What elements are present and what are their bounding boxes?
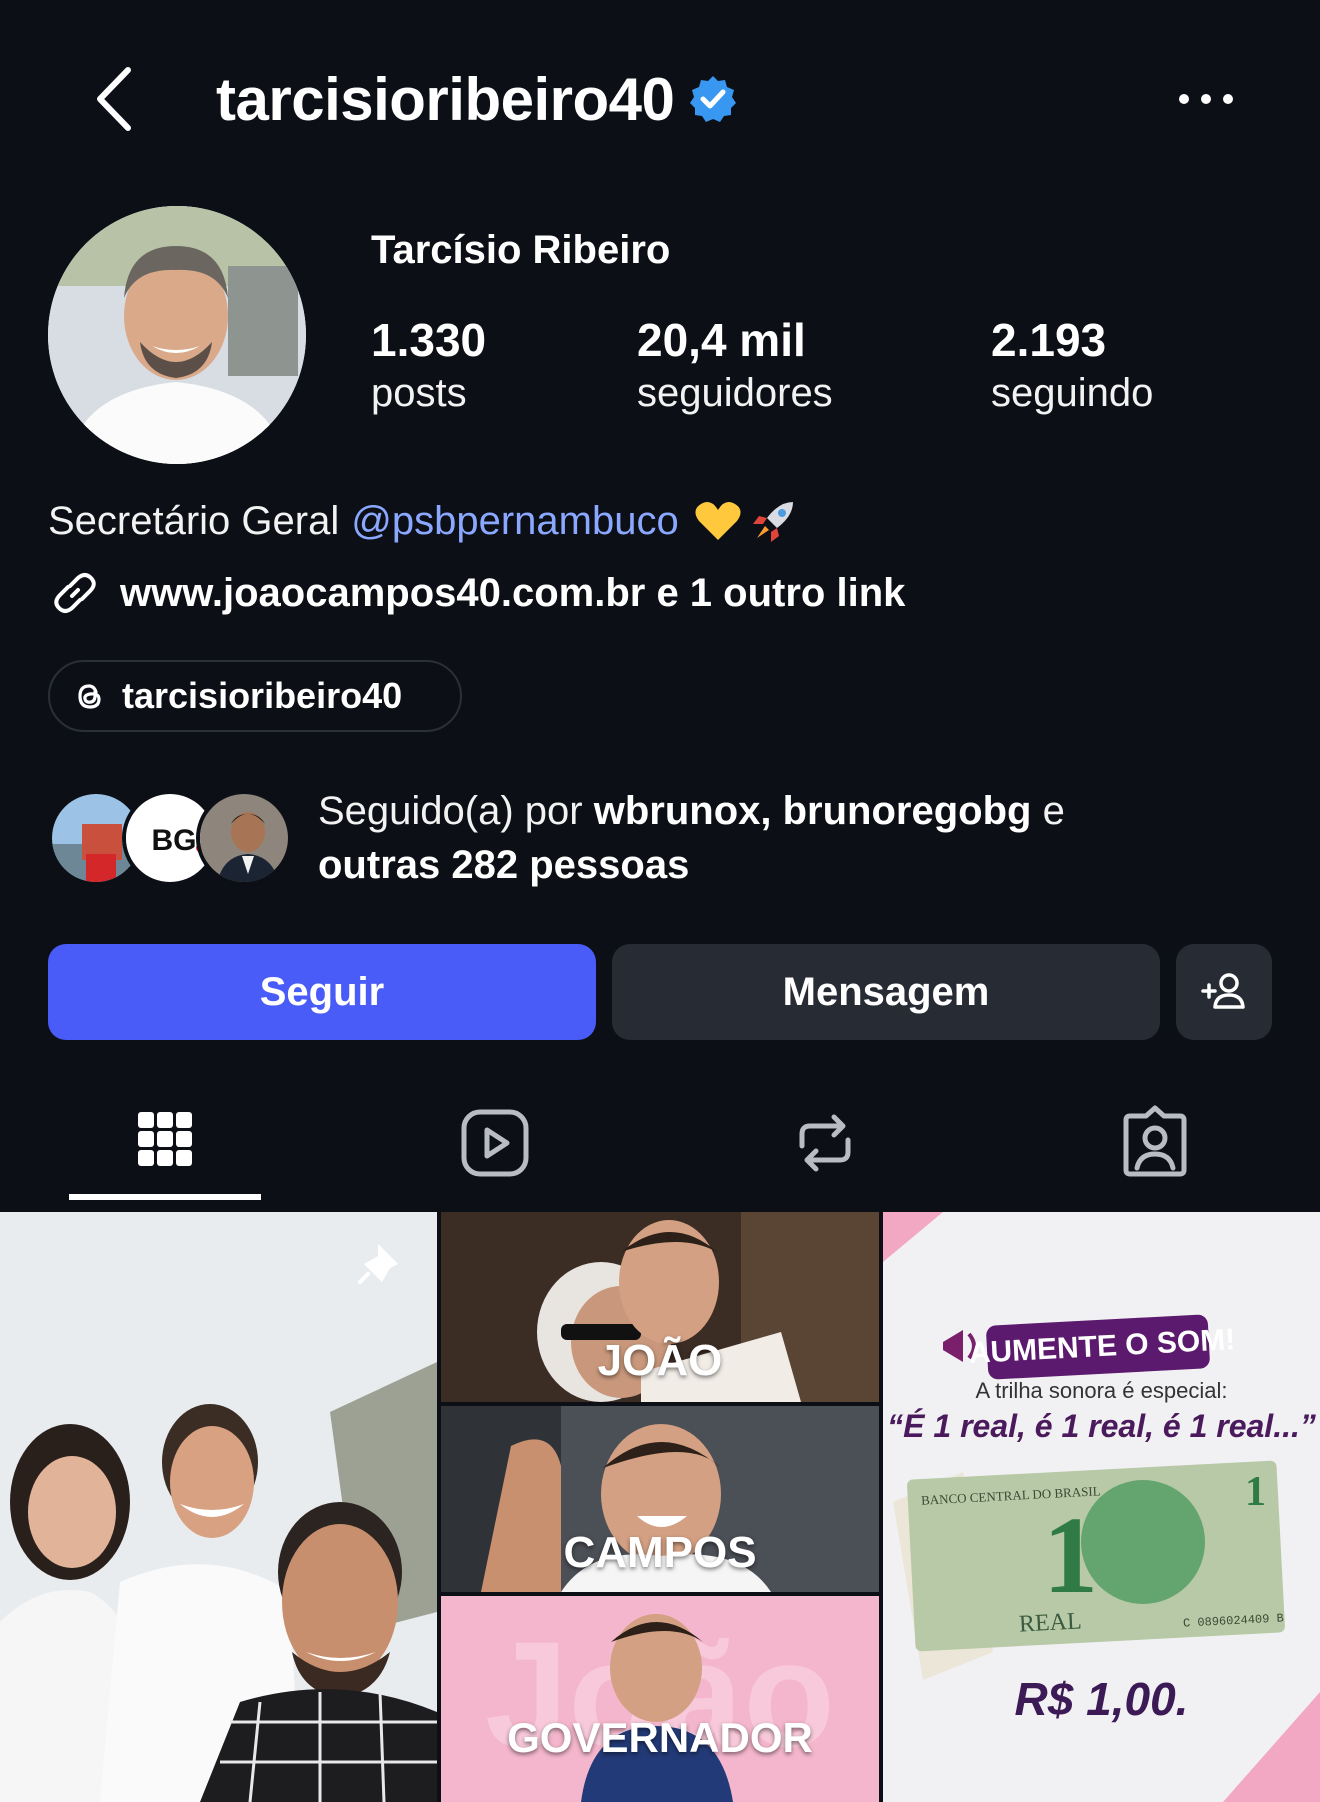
chevron-left-icon[interactable]	[84, 62, 144, 136]
stat-following[interactable]: 2.193 seguindo	[991, 312, 1153, 418]
mutual-followers-avatars[interactable]: BG	[48, 790, 298, 886]
post-2-word-2: CAMPOS	[563, 1528, 757, 1577]
post-3-subtitle: A trilha sonora é especial:	[975, 1378, 1228, 1403]
tagged-icon	[1123, 1105, 1187, 1177]
threads-icon	[78, 684, 101, 709]
yellow-heart-icon	[695, 502, 741, 540]
post-3-note-word: REAL	[1018, 1608, 1083, 1638]
tab-reels[interactable]	[450, 1100, 540, 1190]
reposts-icon	[799, 1114, 851, 1172]
svg-text:BG: BG	[152, 824, 197, 857]
stat-posts[interactable]: 1.330 posts	[371, 312, 486, 418]
post-2-strip-1: JOÃO	[441, 1212, 879, 1402]
followed-joiner: e	[1031, 789, 1065, 833]
profile-photo	[48, 206, 306, 464]
bio-mention-link[interactable]: @psbpernambuco	[351, 499, 678, 544]
username-title: tarcisioribeiro40	[216, 65, 675, 133]
tab-grid[interactable]	[120, 1100, 210, 1190]
mutual-followers-text[interactable]: Seguido(a) por wbrunox, brunoregobg e ou…	[318, 784, 1278, 892]
stat-following-label: seguindo	[991, 371, 1154, 415]
add-user-button[interactable]	[1176, 944, 1272, 1040]
bio: Secretário Geral @psbpernambuco	[48, 496, 799, 546]
stat-followers-value: 20,4 mil	[637, 314, 806, 366]
threads-handle: tarcisioribeiro40	[122, 675, 403, 716]
top-bar: tarcisioribeiro40	[0, 0, 1320, 200]
rocket-icon	[752, 502, 793, 542]
bio-link-text: www.joaocampos40.com.br e 1 outro link	[120, 570, 906, 615]
threads-badge[interactable]: tarcisioribeiro40	[48, 660, 462, 732]
tab-tagged[interactable]	[1110, 1100, 1200, 1190]
post-tile-1[interactable]	[0, 1212, 437, 1802]
link-icon	[54, 573, 96, 613]
stat-followers-label: seguidores	[637, 371, 833, 415]
add-user-icon	[1201, 973, 1245, 1009]
message-button[interactable]: Mensagem	[612, 944, 1160, 1040]
post-3-note-value: 1	[1245, 1469, 1266, 1515]
stat-posts-label: posts	[371, 371, 467, 415]
profile-avatar[interactable]	[48, 206, 306, 464]
followed-prefix: Seguido(a) por	[318, 789, 594, 833]
post-1-image	[0, 1212, 437, 1802]
active-tab-indicator	[69, 1194, 261, 1200]
verified-badge-icon	[690, 76, 737, 122]
stat-posts-value: 1.330	[371, 314, 487, 366]
svg-text:1: 1	[1043, 1494, 1098, 1616]
mutual-avatar-3	[196, 790, 292, 886]
bio-link-row[interactable]: www.joaocampos40.com.br e 1 outro link	[48, 566, 905, 620]
reels-icon	[461, 1109, 529, 1177]
display-name: Tarcísio Ribeiro	[371, 228, 671, 272]
post-tile-3[interactable]: 1 AUMENTE O SOM! A trilha sonora é espec…	[883, 1212, 1320, 1802]
post-2-word-1: JOÃO	[597, 1336, 723, 1385]
grid-icon	[138, 1112, 192, 1166]
more-horizontal-icon[interactable]	[1176, 86, 1236, 112]
post-3-quote: “É 1 real, é 1 real, é 1 real...”	[887, 1408, 1316, 1444]
post-2-strip-3: João GOVERNADOR	[441, 1596, 879, 1802]
tab-reposts[interactable]	[780, 1100, 870, 1190]
post-3-price: R$ 1,00.	[1014, 1673, 1189, 1725]
followed-names: wbrunox, brunoregobg	[593, 789, 1032, 833]
bio-text: Secretário Geral	[48, 498, 340, 543]
post-2-word-3: GOVERNADOR	[507, 1714, 813, 1761]
post-tile-2[interactable]: JOÃO CAMPOS João GOVERNADOR	[441, 1212, 879, 1802]
follow-button[interactable]: Seguir	[48, 944, 596, 1040]
username-header: tarcisioribeiro40	[216, 62, 738, 136]
followed-others: outras 282 pessoas	[318, 843, 690, 887]
post-2-strip-2: CAMPOS	[441, 1406, 879, 1592]
stat-followers[interactable]: 20,4 mil seguidores	[637, 312, 833, 418]
stat-following-value: 2.193	[991, 314, 1107, 366]
